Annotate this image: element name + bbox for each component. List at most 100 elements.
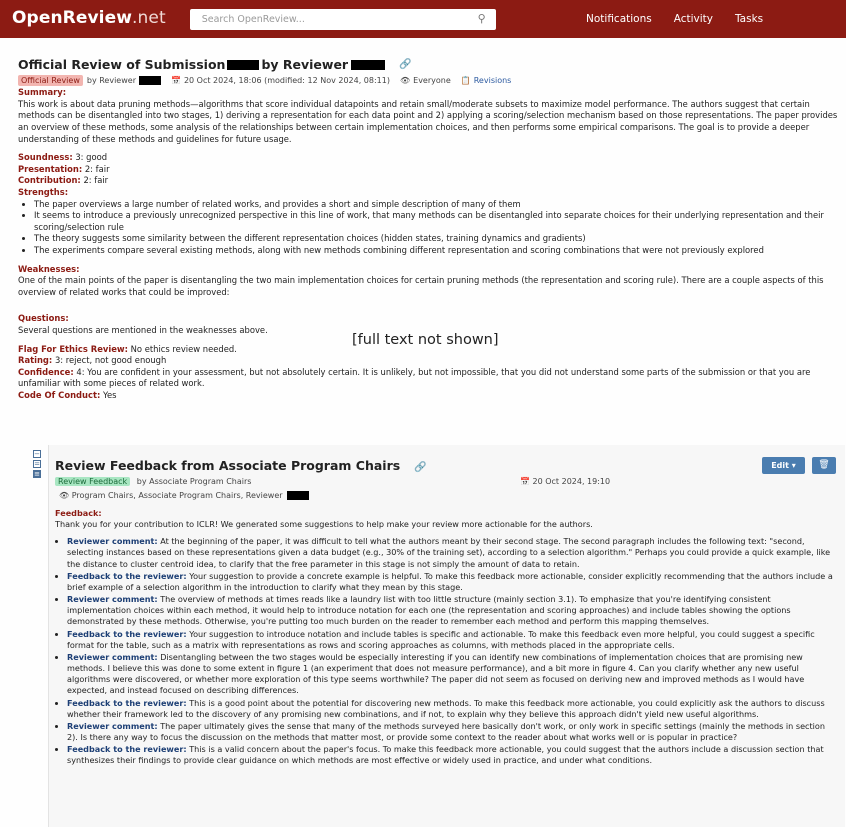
permalink-icon[interactable]: 🔗 xyxy=(399,58,411,72)
delete-button[interactable]: 🗑 xyxy=(812,457,836,474)
feedback-item: Reviewer comment: The overview of method… xyxy=(67,594,835,627)
feedback-author: by Associate Program Chairs xyxy=(136,477,252,486)
feedback-label: Feedback: xyxy=(55,508,102,518)
rating-row: Rating: 3: reject, not good enough xyxy=(18,355,838,367)
questions-label: Questions: xyxy=(18,313,69,324)
strength-item: The paper overviews a large number of re… xyxy=(34,199,838,211)
feedback-item: Feedback to the reviewer: This is a vali… xyxy=(67,744,835,766)
ethics-value: No ethics review needed. xyxy=(130,343,237,354)
feedback-permalink-icon[interactable]: 🔗 xyxy=(414,462,426,473)
strengths-list: The paper overviews a large number of re… xyxy=(18,199,838,257)
redacted-reviewer-name xyxy=(287,491,310,500)
rating-label: Rating: xyxy=(18,355,53,366)
conduct-value: Yes xyxy=(102,389,117,400)
revisions-icon: 📋 xyxy=(460,76,471,86)
review-title-prefix: Official Review of Submission xyxy=(18,57,226,72)
redacted-reviewer-id xyxy=(351,59,386,70)
feedback-item-text: At the beginning of the paper, it was di… xyxy=(67,536,831,569)
feedback-item: Reviewer comment: The paper ultimately g… xyxy=(67,721,835,743)
soundness-label: Soundness: xyxy=(18,152,73,163)
calendar-icon: 📅 xyxy=(170,76,181,86)
redacted-submission-number xyxy=(227,59,260,70)
search-icon[interactable]: ⚲ xyxy=(478,11,486,26)
calendar-icon: 📅 xyxy=(520,477,530,486)
revisions-link[interactable]: Revisions xyxy=(474,75,512,86)
eye-icon: 👁 xyxy=(399,76,411,86)
feedback-item-text: The paper ultimately gives the sense tha… xyxy=(67,720,826,742)
conduct-row: Code Of Conduct: Yes xyxy=(18,390,838,402)
review-visibility: Everyone xyxy=(413,76,451,86)
eye-icon: 👁 xyxy=(59,491,70,500)
review-meta: Official Review by Reviewer 📅 20 Oct 202… xyxy=(18,75,838,87)
rating-value: 3: reject, not good enough xyxy=(54,355,167,366)
conduct-label: Code Of Conduct: xyxy=(18,389,101,400)
expand-full-icon[interactable]: ≡ xyxy=(33,470,41,478)
feedback-meta: Review Feedback by Associate Program Cha… xyxy=(55,476,251,487)
search-box[interactable]: ⚲ xyxy=(189,8,496,30)
feedback-list: Reviewer comment: At the beginning of th… xyxy=(55,536,835,766)
feedback-item-label: Reviewer comment: xyxy=(67,594,158,605)
edit-button[interactable]: Edit ▾ xyxy=(762,457,805,474)
feedback-item-label: Feedback to the reviewer: xyxy=(67,570,187,581)
final-section: Flag For Ethics Review: No ethics review… xyxy=(18,344,838,402)
feedback-title-text: Review Feedback from Associate Program C… xyxy=(55,458,401,473)
nav-activity[interactable]: Activity xyxy=(674,12,713,26)
confidence-label: Confidence: xyxy=(18,366,74,377)
feedback-date-row: 📅 20 Oct 2024, 19:10 xyxy=(520,476,610,487)
presentation-label: Presentation: xyxy=(18,163,83,174)
redacted-reviewer-name xyxy=(138,76,161,86)
confidence-value: 4: You are confident in your assessment,… xyxy=(18,366,811,389)
search-input[interactable] xyxy=(199,12,444,26)
weaknesses-text: One of the main points of the paper is d… xyxy=(18,275,824,297)
feedback-item-text: The overview of methods at times reads l… xyxy=(67,594,791,627)
feedback-type-badge: Review Feedback xyxy=(55,477,131,486)
presentation-row: Presentation: 2: fair xyxy=(18,164,838,176)
strength-item: The experiments compare several existing… xyxy=(34,245,838,257)
contribution-value: 2: fair xyxy=(83,175,109,186)
feedback-body: Feedback: Thank you for your contributio… xyxy=(55,508,835,767)
summary-section: Summary: This work is about data pruning… xyxy=(18,87,838,145)
collapse-icon[interactable]: − xyxy=(33,450,41,458)
strengths-label: Strengths: xyxy=(18,187,69,198)
soundness-row: Soundness: 3: good xyxy=(18,152,838,164)
feedback-item: Feedback to the reviewer: Your suggestio… xyxy=(67,571,835,593)
feedback-date: 20 Oct 2024, 19:10 xyxy=(532,477,611,486)
feedback-item-label: Feedback to the reviewer: xyxy=(67,697,187,708)
weaknesses-section: Weaknesses: One of the main points of th… xyxy=(18,264,838,299)
feedback-item-label: Reviewer comment: xyxy=(67,720,158,731)
nav-tasks[interactable]: Tasks xyxy=(735,12,763,26)
feedback-visibility-row: 👁 Program Chairs, Associate Program Chai… xyxy=(59,490,310,501)
summary-text: This work is about data pruning methods—… xyxy=(18,98,838,144)
main-nav: Notifications Activity Tasks xyxy=(586,12,785,26)
weaknesses-label: Weaknesses: xyxy=(18,263,80,274)
brand-suffix: .net xyxy=(132,8,166,29)
summary-label: Summary: xyxy=(18,87,67,98)
trash-icon: 🗑 xyxy=(818,460,830,471)
review-date: 20 Oct 2024, 18:06 (modified: 12 Nov 202… xyxy=(183,76,390,86)
top-navbar: OpenReview.net ⚲ Notifications Activity … xyxy=(0,0,846,38)
brand-name: OpenReview xyxy=(12,8,133,29)
strength-item: It seems to introduce a previously unrec… xyxy=(34,210,838,233)
review-author: by Reviewer xyxy=(86,76,136,86)
contribution-label: Contribution: xyxy=(18,175,81,186)
confidence-row: Confidence: 4: You are confident in your… xyxy=(18,367,838,390)
feedback-visibility: Program Chairs, Associate Program Chairs… xyxy=(71,491,283,500)
feedback-item-label: Feedback to the reviewer: xyxy=(67,628,187,639)
feedback-title: Review Feedback from Associate Program C… xyxy=(55,457,427,475)
strength-item: The theory suggests some similarity betw… xyxy=(34,233,838,245)
strengths-section: Strengths: The paper overviews a large n… xyxy=(18,187,838,257)
review-type-badge: Official Review xyxy=(18,75,83,87)
review-title: Official Review of Submission by Reviewe… xyxy=(18,56,838,73)
nav-notifications[interactable]: Notifications xyxy=(586,12,652,26)
soundness-value: 3: good xyxy=(75,152,108,163)
full-text-note: [full text not shown] xyxy=(352,332,499,348)
expand-partial-icon[interactable]: = xyxy=(33,460,41,468)
presentation-value: 2: fair xyxy=(84,163,110,174)
feedback-item: Reviewer comment: At the beginning of th… xyxy=(67,536,835,569)
feedback-item: Reviewer comment: Disentangling between … xyxy=(67,652,835,697)
ethics-label: Flag For Ethics Review: xyxy=(18,343,128,354)
feedback-intro: Thank you for your contribution to ICLR!… xyxy=(55,519,593,530)
review-title-mid: by Reviewer xyxy=(261,57,349,72)
brand-logo[interactable]: OpenReview.net xyxy=(12,7,166,30)
feedback-item-label: Reviewer comment: xyxy=(67,536,158,547)
